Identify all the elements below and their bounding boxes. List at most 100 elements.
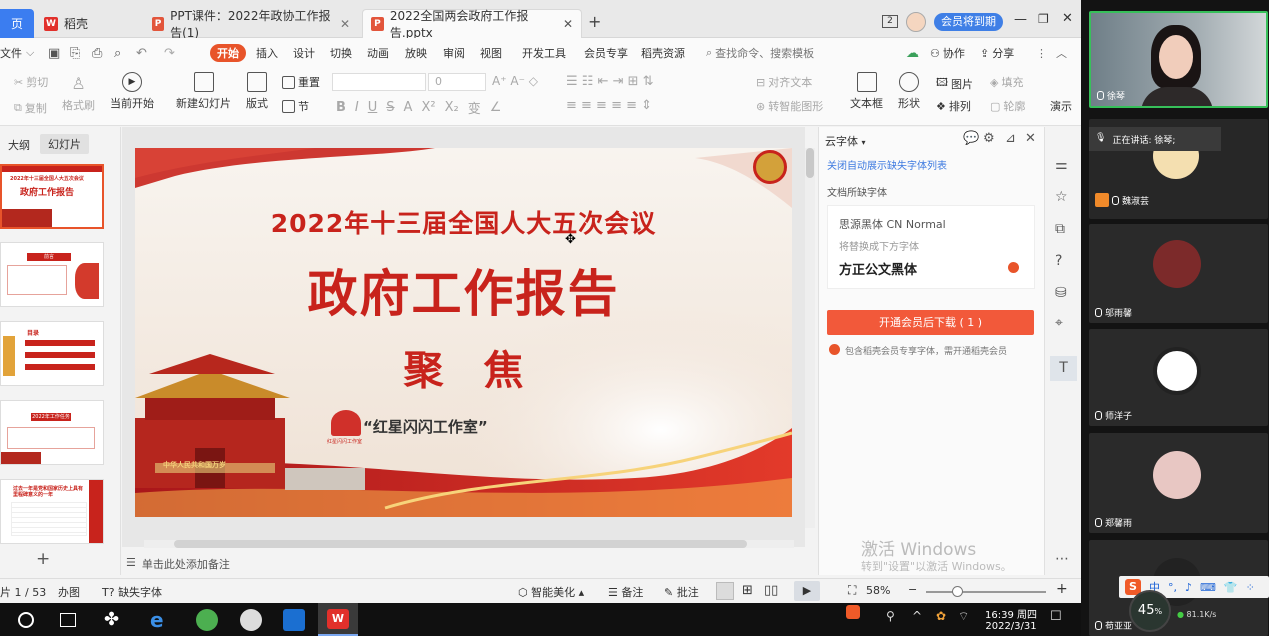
export-icon[interactable]: ⎘: [70, 38, 80, 68]
collab-button[interactable]: ⚇ 协作: [930, 38, 965, 68]
slide-title[interactable]: 2022年十三届全国人大五次会议: [135, 204, 792, 240]
tab-slides[interactable]: 幻灯片: [40, 134, 89, 154]
font-family-select[interactable]: [332, 73, 426, 91]
minimize-icon[interactable]: —: [1014, 12, 1027, 27]
wifi-icon[interactable]: ⌔: [958, 609, 980, 631]
menu-slideshow[interactable]: 放映: [405, 38, 427, 68]
comment-icon[interactable]: 💬: [963, 131, 979, 146]
hscroll-thumb[interactable]: [174, 540, 747, 548]
slide-thumbnail-5[interactable]: 过去一年是党和国家历史上具有里程碑意义的一年: [0, 479, 104, 544]
textbox-button[interactable]: 文本框: [850, 72, 883, 111]
layout-button[interactable]: 版式: [246, 72, 268, 111]
tray-chevron-icon[interactable]: ^: [912, 609, 934, 631]
section-button[interactable]: 节: [282, 98, 309, 114]
format-painter-button[interactable]: ♙ 格式刷: [62, 74, 95, 113]
cut-button[interactable]: ✂ 剪切: [14, 74, 48, 90]
new-slide-button[interactable]: 新建幻灯片: [176, 72, 231, 111]
collapse-ribbon-icon[interactable]: ︿: [1056, 38, 1067, 68]
font-panel-icon[interactable]: T: [1050, 356, 1077, 381]
member-expire-button[interactable]: 会员将到期: [934, 13, 1003, 31]
close-auto-list-link[interactable]: 关闭自动展示缺失字体列表: [827, 157, 947, 172]
slide-brand-text[interactable]: “红星闪闪工作室”: [363, 416, 488, 437]
notification-icon[interactable]: ☐: [1050, 609, 1072, 631]
ie-browser-icon[interactable]: e: [150, 609, 172, 631]
notes-area[interactable]: ☰ 单击此处添加备注: [126, 556, 230, 572]
photo-app-icon[interactable]: [283, 609, 305, 631]
tray-sogou-icon[interactable]: [846, 605, 860, 619]
cloud-font-header[interactable]: 云字体 ▾: [825, 133, 866, 149]
menu-file[interactable]: 文件 ⌵: [0, 38, 34, 68]
speaker-video-tile[interactable]: 徐琴: [1089, 11, 1268, 108]
tray-app-icon[interactable]: ✿: [936, 609, 958, 631]
new-tab-icon[interactable]: +: [588, 12, 601, 31]
clock-time[interactable]: 16:39 周四: [983, 606, 1039, 621]
star-icon[interactable]: ☆: [1055, 189, 1068, 205]
zoom-slider-thumb[interactable]: [952, 586, 963, 597]
cloud-sync-icon[interactable]: ☁: [906, 38, 919, 68]
participant-tile-1[interactable]: 🎙 正在讲话: 徐琴; 魏淑芸: [1089, 119, 1268, 219]
copy-button[interactable]: ⧉ 复制: [14, 100, 47, 116]
menu-daoke[interactable]: 稻壳资源: [641, 38, 685, 68]
task-view-icon[interactable]: [60, 613, 76, 627]
tab-close-icon[interactable]: ✕: [563, 17, 573, 31]
play-from-current-button[interactable]: ▶ 当前开始: [110, 72, 154, 111]
transition-icon[interactable]: ⧉: [1055, 221, 1065, 237]
missing-font-status[interactable]: T? 缺失字体: [102, 584, 162, 600]
scroll-thumb[interactable]: [806, 148, 814, 178]
properties-icon[interactable]: ⚌: [1055, 157, 1068, 173]
align-text-button[interactable]: ⊟ 对齐文本: [756, 74, 812, 90]
zoom-slider[interactable]: [926, 586, 1046, 597]
download-button[interactable]: 开通会员后下载 ( 1 ): [827, 310, 1034, 335]
zoom-out-icon[interactable]: −: [908, 583, 917, 596]
reset-button[interactable]: 重置: [282, 74, 320, 90]
participant-tile-2[interactable]: 邬雨馨: [1089, 224, 1268, 323]
share-button[interactable]: ⇪ 分享: [980, 38, 1014, 68]
browser-360-icon[interactable]: [196, 609, 218, 631]
settings-icon[interactable]: ⚙: [983, 131, 995, 146]
menu-review[interactable]: 审阅: [443, 38, 465, 68]
office-label[interactable]: 办图: [58, 584, 80, 600]
slide-focus-text[interactable]: 聚 焦: [135, 338, 792, 396]
menu-developer[interactable]: 开发工具: [522, 38, 566, 68]
theme-icon[interactable]: ⛁: [1055, 285, 1067, 301]
font-style-group[interactable]: B I U S A X² X₂ 变 ∠: [336, 98, 501, 117]
restore-icon[interactable]: ❐: [1038, 12, 1049, 26]
comment-button[interactable]: ✎ 批注: [664, 584, 699, 600]
add-slide-button[interactable]: +: [36, 549, 50, 569]
menu-design[interactable]: 设计: [293, 38, 315, 68]
preview-icon[interactable]: ⌕: [114, 38, 121, 68]
slide-thumbnail-4[interactable]: 2022年工作任务: [0, 400, 104, 465]
menu-animation[interactable]: 动画: [367, 38, 389, 68]
window-count-badge[interactable]: 2: [882, 15, 898, 28]
font-size-select[interactable]: 0: [428, 73, 486, 91]
outline-button[interactable]: ▢ 轮廓: [990, 98, 1025, 114]
sorter-view-icon[interactable]: ⊞: [742, 583, 753, 598]
close-window-icon[interactable]: ✕: [1062, 11, 1073, 26]
tab-ppt-2[interactable]: P 2022全国两会政府工作报告.pptx ✕: [362, 9, 582, 40]
tray-person-icon[interactable]: ⚲: [886, 609, 908, 631]
undo-icon[interactable]: ↶: [136, 38, 147, 68]
participant-tile-3[interactable]: 师洋子: [1089, 329, 1268, 426]
zoom-level[interactable]: 58%: [866, 584, 890, 597]
notes-toggle-button[interactable]: ☰ 备注: [608, 584, 643, 600]
picture-button[interactable]: 🖾 图片: [936, 74, 973, 93]
vertical-scrollbar[interactable]: [805, 148, 815, 528]
save-icon[interactable]: ▣: [48, 38, 60, 68]
tab-daoke[interactable]: W 稻壳: [36, 9, 136, 38]
clock-date[interactable]: 2022/3/31: [983, 621, 1039, 632]
start-search-icon[interactable]: [18, 612, 34, 628]
current-slide[interactable]: 2022年十三届全国人大五次会议 政府工作报告 聚 焦 红星闪闪工作室 “红星闪…: [135, 148, 792, 517]
smart-shape-button[interactable]: ⊛ 转智能图形: [756, 98, 823, 114]
map-pin-icon[interactable]: ⌖: [1055, 315, 1063, 331]
font-size-controls[interactable]: A⁺ A⁻ ◇: [492, 74, 538, 88]
zoom-in-icon[interactable]: +: [1056, 581, 1068, 597]
more-dots-icon[interactable]: ⋯: [1055, 551, 1069, 567]
present-button[interactable]: 演示: [1050, 98, 1072, 114]
tab-close-icon[interactable]: ✕: [340, 17, 350, 31]
list-group[interactable]: ☰ ☷ ⇤ ⇥ ⊞ ⇅: [566, 74, 654, 89]
missing-font-card[interactable]: 思源黑体 CN Normal 将替换成下方字体 方正公文黑体: [827, 205, 1035, 289]
user-avatar[interactable]: [906, 12, 926, 32]
panel-close-icon[interactable]: ✕: [1025, 131, 1036, 146]
slide-main-heading[interactable]: 政府工作报告: [135, 254, 792, 326]
print-icon[interactable]: ⎙: [92, 38, 102, 68]
